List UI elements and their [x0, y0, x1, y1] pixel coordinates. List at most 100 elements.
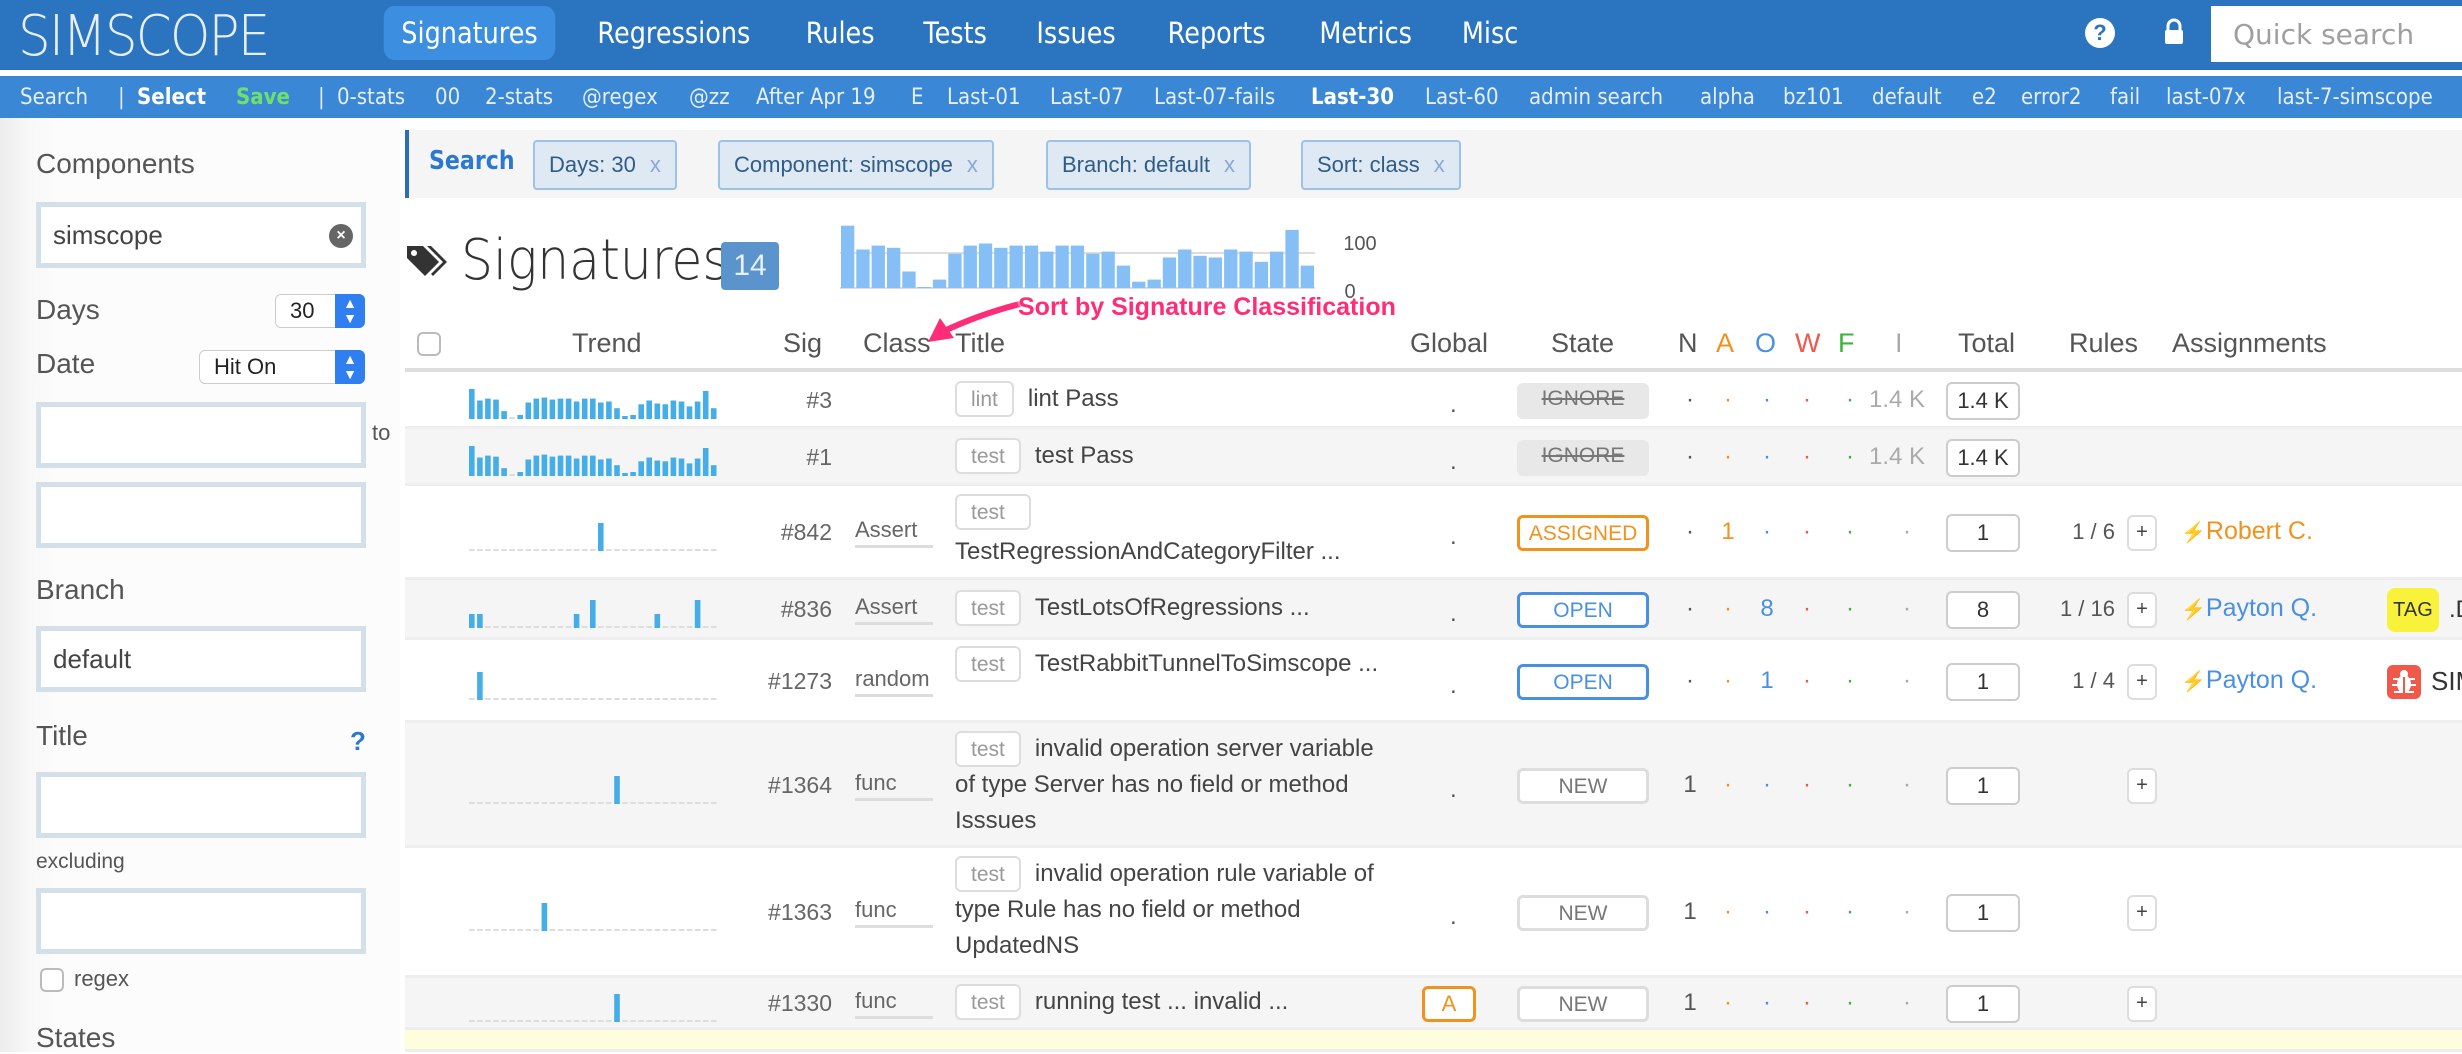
- assignee-link[interactable]: ⚡Robert C.: [2181, 517, 2313, 546]
- nav-tests[interactable]: Tests: [906, 6, 1005, 60]
- col-total[interactable]: Total: [1958, 328, 2015, 359]
- select-link[interactable]: Select: [137, 85, 206, 110]
- saved-search-item[interactable]: bz101: [1783, 85, 1844, 110]
- saved-search-item[interactable]: Last-07-fails: [1154, 85, 1275, 110]
- col-n[interactable]: N: [1678, 328, 1698, 359]
- type-tag[interactable]: test: [955, 856, 1021, 892]
- saved-search-item[interactable]: @zz: [689, 85, 730, 110]
- nav-metrics[interactable]: Metrics: [1301, 6, 1429, 60]
- state-badge[interactable]: OPEN: [1517, 663, 1649, 700]
- filter-chip-sort[interactable]: Sort: class x: [1301, 140, 1461, 190]
- total-value[interactable]: 1: [1946, 514, 2020, 552]
- tag-badge[interactable]: TAG: [2387, 588, 2439, 632]
- overview-bar[interactable]: [1101, 251, 1115, 288]
- remove-filter-icon[interactable]: x: [650, 152, 661, 177]
- overview-bar[interactable]: [1208, 257, 1222, 288]
- date-type-select[interactable]: Hit On ▲ ▼: [199, 350, 365, 384]
- total-value[interactable]: 1: [1946, 985, 2020, 1023]
- signature-title[interactable]: TestLotsOfRegressions ...: [1035, 594, 1310, 621]
- help-icon[interactable]: ?: [2085, 18, 2115, 48]
- state-badge[interactable]: NEW: [1517, 767, 1649, 804]
- table-row[interactable]: #1273 random test TestRabbitTunnelToSimscop…: [405, 640, 2462, 723]
- add-rule-button[interactable]: +: [2127, 767, 2157, 804]
- sig-id[interactable]: #3: [768, 387, 832, 414]
- state-badge[interactable]: OPEN: [1517, 592, 1649, 628]
- type-tag[interactable]: test: [955, 731, 1021, 767]
- class-label[interactable]: random: [855, 666, 933, 697]
- saved-search-item[interactable]: Last-07: [1050, 85, 1124, 110]
- overview-bar[interactable]: [1055, 245, 1069, 288]
- assignee-link[interactable]: ⚡Payton Q.: [2181, 594, 2317, 623]
- overview-bar[interactable]: [1024, 245, 1039, 288]
- class-label[interactable]: func: [855, 897, 933, 928]
- nav-misc[interactable]: Misc: [1444, 6, 1536, 60]
- nav-reports[interactable]: Reports: [1150, 6, 1283, 60]
- add-rule-button[interactable]: +: [2127, 986, 2157, 1022]
- saved-search-item[interactable]: Last-30: [1311, 85, 1394, 110]
- col-a[interactable]: A: [1716, 328, 1734, 359]
- col-rules[interactable]: Rules: [2069, 328, 2138, 359]
- table-row[interactable]: #1363 func test invalid operation rule vari…: [405, 848, 2462, 978]
- add-rule-button[interactable]: +: [2127, 515, 2157, 551]
- title-excluding-input[interactable]: [36, 888, 366, 954]
- col-sig[interactable]: Sig: [783, 328, 822, 359]
- overview-bar[interactable]: [978, 243, 993, 289]
- overview-bar[interactable]: [1300, 265, 1314, 288]
- table-row[interactable]: #1364 func test invalid operation server va…: [405, 723, 2462, 848]
- total-value[interactable]: 1: [1946, 766, 2020, 805]
- state-badge[interactable]: NEW: [1517, 895, 1649, 931]
- total-value[interactable]: 8: [1946, 591, 2020, 629]
- overview-bar[interactable]: [1040, 251, 1054, 288]
- col-trend[interactable]: Trend: [572, 328, 642, 359]
- nav-signatures[interactable]: Signatures: [383, 6, 556, 60]
- remove-filter-icon[interactable]: x: [1434, 152, 1445, 177]
- saved-search-item[interactable]: After Apr 19: [756, 85, 876, 110]
- save-link[interactable]: Save: [236, 85, 290, 110]
- lock-icon[interactable]: [2162, 18, 2186, 46]
- overview-bar[interactable]: [948, 253, 962, 288]
- remove-filter-icon[interactable]: x: [967, 152, 978, 177]
- overview-bar[interactable]: [841, 225, 855, 288]
- saved-search-item[interactable]: fail: [2110, 85, 2140, 110]
- overview-bar[interactable]: [1009, 245, 1023, 288]
- overview-bar[interactable]: [994, 247, 1008, 289]
- overview-bar[interactable]: [1178, 249, 1192, 289]
- signature-title[interactable]: lint Pass: [1028, 385, 1119, 412]
- overview-bar[interactable]: [1270, 251, 1284, 288]
- saved-search-item[interactable]: last-7-simscope: [2277, 85, 2433, 110]
- overview-bar[interactable]: [902, 271, 916, 288]
- app-logo[interactable]: SIMSCOPE: [18, 4, 270, 69]
- col-f[interactable]: F: [1838, 328, 1855, 359]
- components-input[interactable]: simscope ×: [36, 202, 366, 268]
- saved-search-item[interactable]: default: [1872, 85, 1942, 110]
- filter-chip-branch[interactable]: Branch: default x: [1046, 140, 1251, 190]
- overview-bar[interactable]: [1239, 251, 1253, 288]
- nav-regressions[interactable]: Regressions: [580, 6, 768, 60]
- overview-bar[interactable]: [1285, 229, 1299, 288]
- class-label[interactable]: Assert: [855, 517, 933, 548]
- saved-search-item[interactable]: Last-60: [1425, 85, 1499, 110]
- type-tag[interactable]: test: [955, 984, 1021, 1020]
- col-title[interactable]: Title: [955, 328, 1005, 359]
- col-class[interactable]: Class: [863, 328, 931, 359]
- sig-id[interactable]: #1: [768, 444, 832, 471]
- overview-bar[interactable]: [1254, 261, 1268, 289]
- date-to-input[interactable]: [36, 482, 366, 548]
- overview-bar[interactable]: [1162, 257, 1177, 288]
- state-badge[interactable]: IGNORE: [1517, 439, 1649, 476]
- saved-search-item[interactable]: Last-01: [947, 85, 1021, 110]
- overview-bar[interactable]: [1070, 245, 1085, 288]
- title-help-icon[interactable]: ?: [350, 726, 366, 757]
- state-badge[interactable]: NEW: [1517, 986, 1649, 1022]
- overview-bar[interactable]: [1086, 253, 1100, 288]
- overview-bar[interactable]: [1224, 249, 1238, 289]
- overview-bar[interactable]: [963, 245, 977, 288]
- quick-search-input[interactable]: [2211, 6, 2462, 62]
- saved-search-item[interactable]: last-07x: [2166, 85, 2246, 110]
- type-tag[interactable]: test: [955, 646, 1021, 682]
- sig-id[interactable]: #1330: [768, 990, 832, 1017]
- sig-id[interactable]: #1273: [768, 668, 832, 695]
- type-tag[interactable]: test: [955, 494, 1031, 530]
- table-row[interactable]: #842 Assert test TestRegressionAndCategoryF…: [405, 486, 2462, 580]
- branch-input[interactable]: default: [36, 626, 366, 692]
